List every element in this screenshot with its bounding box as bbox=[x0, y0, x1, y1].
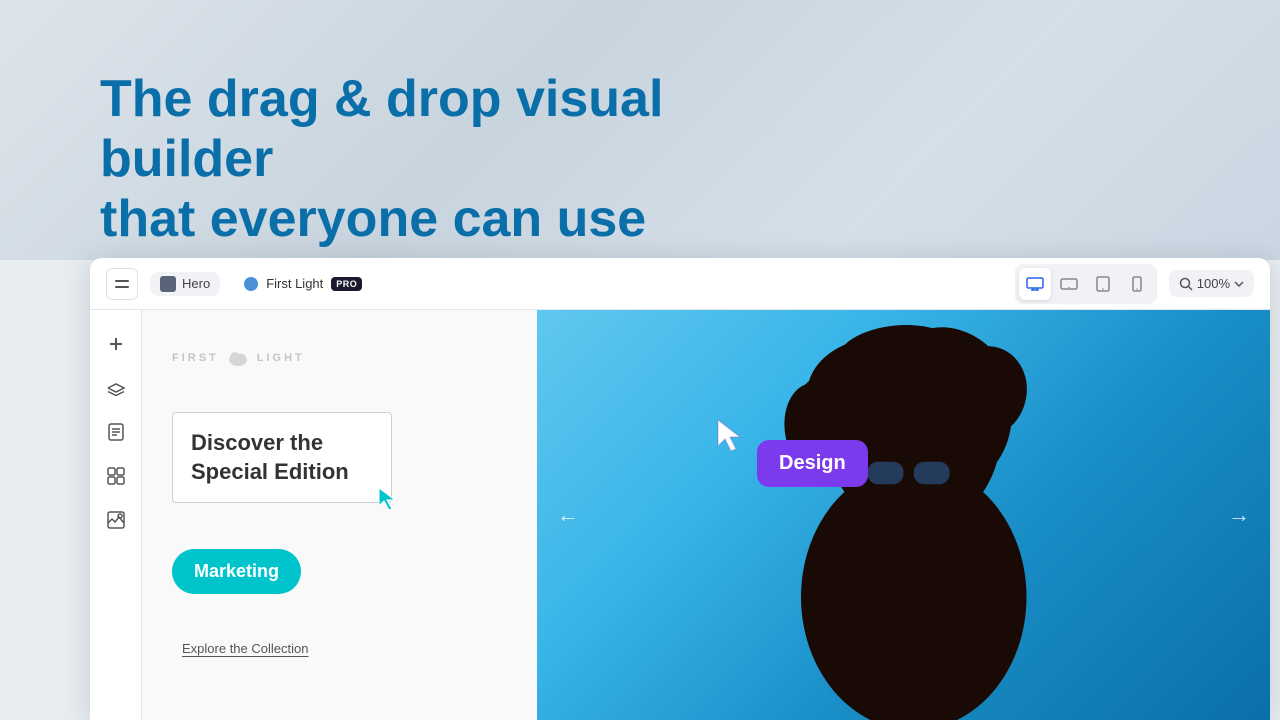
tab-page-icon bbox=[160, 276, 176, 292]
layers-icon bbox=[107, 380, 125, 396]
brand-cloud-icon bbox=[227, 350, 249, 366]
chevron-down-icon bbox=[1234, 281, 1244, 287]
design-badge-text: Design bbox=[779, 452, 846, 474]
menu-button[interactable] bbox=[106, 268, 138, 300]
design-badge: Design bbox=[757, 440, 868, 487]
viewport-mobile-button[interactable] bbox=[1121, 268, 1153, 300]
next-arrow-button[interactable]: → bbox=[1228, 502, 1250, 528]
tab-label: Hero bbox=[182, 276, 210, 291]
layers-button[interactable] bbox=[98, 370, 134, 406]
canvas-area: FIRST LIGHT Discover the Special Edition bbox=[142, 310, 1270, 720]
assets-button[interactable] bbox=[98, 502, 134, 538]
toolbar: Hero First Light PRO bbox=[90, 258, 1270, 310]
viewport-tablet-wide-button[interactable] bbox=[1053, 268, 1085, 300]
tablet-wide-icon bbox=[1060, 277, 1078, 291]
main-headline: The drag & drop visual builder that ever… bbox=[100, 70, 800, 249]
zoom-icon bbox=[1179, 277, 1193, 291]
page-icon bbox=[108, 423, 124, 441]
desktop-icon bbox=[1026, 277, 1044, 291]
viewport-controls bbox=[1015, 264, 1157, 304]
marketing-badge-text: Marketing bbox=[194, 561, 279, 582]
explore-collection-link[interactable]: Explore the Collection bbox=[182, 641, 308, 656]
project-name: First Light bbox=[266, 276, 323, 291]
pro-badge: PRO bbox=[331, 277, 362, 291]
project-dot-icon bbox=[244, 277, 258, 291]
brand-logo: FIRST LIGHT bbox=[172, 350, 507, 366]
cursor-pointer-right bbox=[712, 418, 748, 459]
add-element-button[interactable] bbox=[98, 326, 134, 362]
active-tab[interactable]: Hero bbox=[150, 272, 220, 296]
zoom-control[interactable]: 100% bbox=[1169, 270, 1254, 297]
headline-text-box[interactable]: Discover the Special Edition bbox=[172, 412, 392, 503]
canvas-left-panel: FIRST LIGHT Discover the Special Edition bbox=[142, 310, 537, 720]
person-silhouette bbox=[537, 310, 1270, 720]
assets-icon bbox=[107, 511, 125, 529]
prev-arrow-icon: ← bbox=[557, 502, 579, 527]
next-arrow-icon: → bbox=[1228, 502, 1250, 527]
project-tab[interactable]: First Light PRO bbox=[232, 270, 374, 297]
prev-arrow-button[interactable]: ← bbox=[557, 502, 579, 528]
headline-section: The drag & drop visual builder that ever… bbox=[100, 70, 800, 249]
menu-line-2 bbox=[115, 286, 129, 288]
menu-line-1 bbox=[115, 280, 129, 282]
plus-icon bbox=[107, 335, 125, 353]
headline-line2: that everyone can use bbox=[100, 190, 646, 248]
headline-line1: The drag & drop visual builder bbox=[100, 70, 663, 188]
cursor-inside-icon bbox=[375, 486, 401, 512]
pages-button[interactable] bbox=[98, 414, 134, 450]
headline-box-text: Discover the Special Edition bbox=[191, 429, 373, 486]
components-icon bbox=[107, 467, 125, 485]
components-button[interactable] bbox=[98, 458, 134, 494]
tablet-icon bbox=[1096, 276, 1110, 292]
cursor-arrow-icon bbox=[712, 418, 748, 454]
viewport-desktop-button[interactable] bbox=[1019, 268, 1051, 300]
builder-window: Hero First Light PRO bbox=[90, 258, 1270, 720]
sidebar bbox=[90, 310, 142, 720]
zoom-value: 100% bbox=[1197, 276, 1230, 291]
viewport-tablet-button[interactable] bbox=[1087, 268, 1119, 300]
marketing-badge: Marketing bbox=[172, 549, 301, 594]
mobile-icon bbox=[1132, 276, 1142, 292]
canvas-right-panel: Design ← → bbox=[537, 310, 1270, 720]
